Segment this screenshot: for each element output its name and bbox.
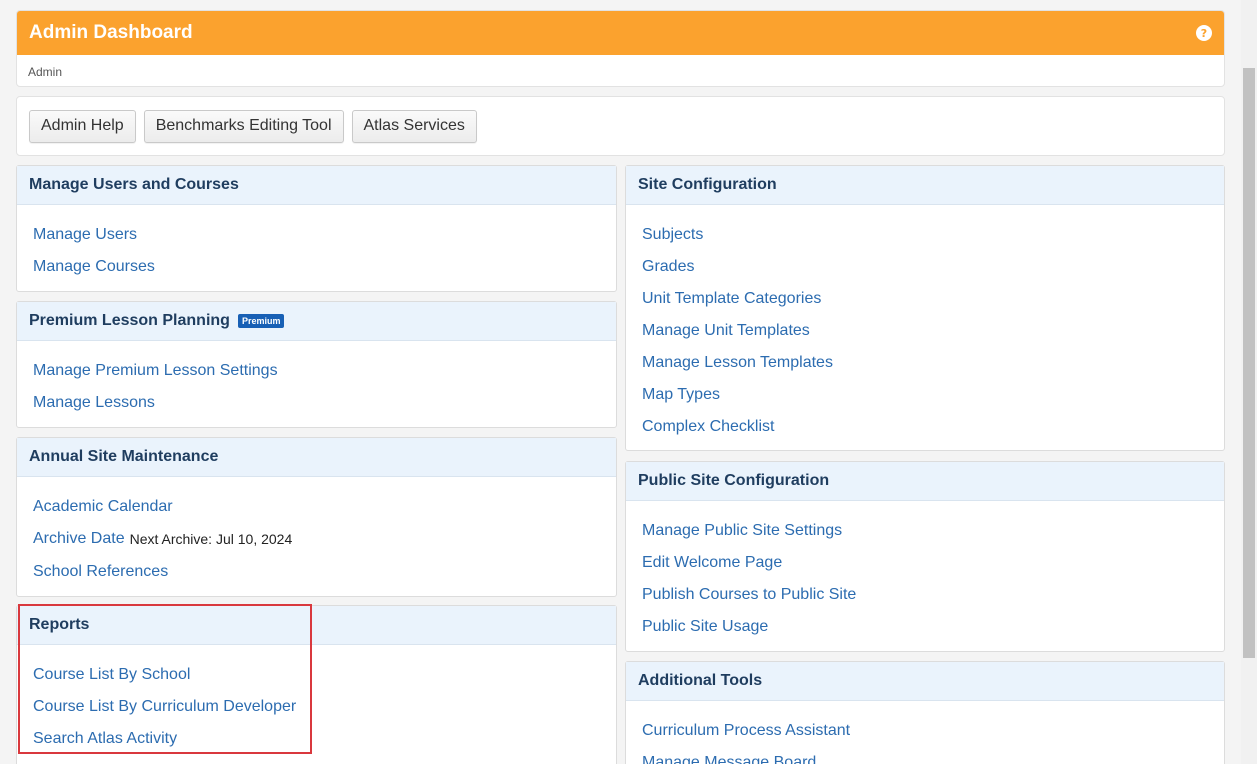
public-site-configuration-panel: Public Site Configuration Manage Public …	[625, 461, 1225, 652]
public-site-usage-link[interactable]: Public Site Usage	[642, 618, 768, 636]
map-types-link[interactable]: Map Types	[642, 386, 720, 404]
annual-site-maintenance-panel: Annual Site Maintenance Academic Calenda…	[16, 437, 617, 597]
breadcrumb[interactable]: Admin	[17, 55, 1224, 79]
archive-date-link[interactable]: Archive Date	[33, 530, 125, 548]
manage-users-courses-panel: Manage Users and Courses Manage Users Ma…	[16, 165, 617, 292]
page-title: Admin Dashboard	[29, 22, 193, 43]
toolbar: Admin Help Benchmarks Editing Tool Atlas…	[16, 96, 1225, 156]
header-bar: Admin Dashboard ?	[17, 11, 1224, 55]
scrollbar-thumb[interactable]	[1243, 68, 1255, 658]
subjects-link[interactable]: Subjects	[642, 226, 703, 244]
admin-help-button[interactable]: Admin Help	[29, 109, 136, 143]
manage-premium-lesson-settings-link[interactable]: Manage Premium Lesson Settings	[33, 362, 278, 380]
panel-title: Site Configuration	[626, 166, 1224, 205]
page-scrollbar[interactable]	[1241, 0, 1257, 764]
panel-title: Annual Site Maintenance	[17, 438, 616, 477]
benchmarks-editing-tool-button[interactable]: Benchmarks Editing Tool	[143, 109, 344, 143]
academic-calendar-link[interactable]: Academic Calendar	[33, 498, 173, 516]
panel-title: Manage Users and Courses	[17, 166, 616, 205]
grades-link[interactable]: Grades	[642, 258, 694, 276]
manage-lesson-templates-link[interactable]: Manage Lesson Templates	[642, 354, 833, 372]
atlas-services-button[interactable]: Atlas Services	[351, 109, 477, 143]
additional-tools-panel: Additional Tools Curriculum Process Assi…	[625, 661, 1225, 764]
manage-message-board-link[interactable]: Manage Message Board	[642, 754, 816, 764]
premium-badge: Premium	[237, 314, 285, 328]
next-archive-note: Next Archive: Jul 10, 2024	[129, 531, 293, 547]
manage-public-site-settings-link[interactable]: Manage Public Site Settings	[642, 522, 842, 540]
site-configuration-panel: Site Configuration Subjects Grades Unit …	[625, 165, 1225, 451]
edit-welcome-page-link[interactable]: Edit Welcome Page	[642, 554, 782, 572]
manage-courses-link[interactable]: Manage Courses	[33, 258, 155, 276]
search-atlas-activity-link[interactable]: Search Atlas Activity	[33, 730, 177, 748]
panel-title: Public Site Configuration	[626, 462, 1224, 501]
course-list-by-school-link[interactable]: Course List By School	[33, 666, 190, 684]
curriculum-process-assistant-link[interactable]: Curriculum Process Assistant	[642, 722, 850, 740]
course-list-by-curriculum-developer-link[interactable]: Course List By Curriculum Developer	[33, 698, 296, 716]
admin-dashboard-page: Admin Dashboard ? Admin Admin Help Bench…	[0, 0, 1257, 764]
panel-header: Premium Lesson Planning Premium	[17, 302, 616, 341]
panel-title: Additional Tools	[626, 662, 1224, 701]
reports-panel: Reports Course List By School Course Lis…	[16, 605, 617, 764]
manage-users-link[interactable]: Manage Users	[33, 226, 137, 244]
panel-title: Reports	[17, 606, 616, 645]
unit-template-categories-link[interactable]: Unit Template Categories	[642, 290, 821, 308]
manage-unit-templates-link[interactable]: Manage Unit Templates	[642, 322, 810, 340]
premium-lesson-planning-panel: Premium Lesson Planning Premium Manage P…	[16, 301, 617, 428]
panel-title: Premium Lesson Planning	[29, 312, 230, 329]
publish-courses-public-site-link[interactable]: Publish Courses to Public Site	[642, 586, 856, 604]
manage-lessons-link[interactable]: Manage Lessons	[33, 394, 155, 412]
header-panel: Admin Dashboard ? Admin	[16, 10, 1225, 87]
complex-checklist-link[interactable]: Complex Checklist	[642, 418, 774, 436]
school-references-link[interactable]: School References	[33, 563, 168, 581]
help-icon[interactable]: ?	[1196, 25, 1212, 41]
